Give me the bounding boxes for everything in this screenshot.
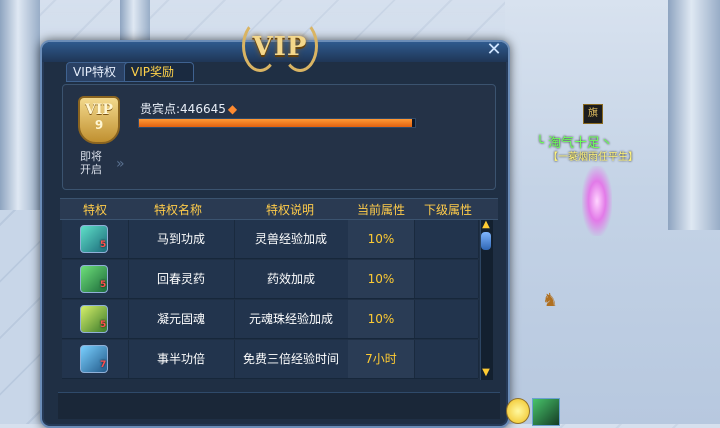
privilege-description: 免费三倍经验时间 — [234, 340, 349, 378]
character-title: 【一蓑烟雨任平生】 — [548, 152, 638, 163]
vip-level-badge: VIP 9 — [78, 96, 120, 144]
current-attribute: 10% — [348, 260, 415, 298]
header-privilege: 特权 — [82, 203, 107, 217]
privilege-name: 马到功成 — [128, 220, 235, 258]
current-attribute: 7小时 — [348, 340, 415, 378]
pet-figure[interactable]: ♞ — [542, 290, 562, 312]
table-row[interactable]: 5 凝元固魂 元魂珠经验加成 10% — [62, 300, 479, 339]
points-label: 贵宾点: — [140, 102, 181, 116]
scroll-down-icon[interactable]: ▼ — [480, 368, 492, 378]
header-current: 当前属性 — [356, 203, 405, 217]
header-desc: 特权说明 — [265, 203, 314, 217]
privilege-description: 药效加成 — [234, 260, 349, 298]
scroll-thumb[interactable] — [481, 232, 491, 250]
next-attribute — [414, 300, 479, 338]
next-attribute — [414, 260, 479, 298]
privilege-name: 凝元固魂 — [128, 300, 235, 338]
tab-vip-reward[interactable]: VIP奖励 — [124, 62, 194, 82]
vip-crest-label: VIP — [252, 32, 308, 62]
privilege-description: 灵兽经验加成 — [234, 220, 349, 258]
stone-pillar — [668, 0, 720, 230]
current-attribute: 10% — [348, 300, 415, 338]
player-character[interactable] — [582, 166, 612, 236]
header-next: 下级属性 — [423, 203, 472, 217]
vip-progress-bar — [138, 118, 416, 128]
privilege-icon-cell: 5 — [62, 260, 129, 298]
privilege-table-header: 特权 特权名称 特权说明 当前属性 下级属性 — [60, 198, 498, 220]
vip-crest: VIP — [230, 8, 330, 72]
stone-pillar — [0, 0, 40, 210]
scroll-up-icon[interactable]: ▲ — [480, 220, 492, 230]
privilege-name: 事半功倍 — [128, 340, 235, 378]
privilege-description: 元魂珠经验加成 — [234, 300, 349, 338]
lightbulb-icon[interactable] — [506, 398, 530, 424]
gem-icon: ◆ — [227, 102, 238, 116]
close-icon[interactable]: ✕ — [484, 40, 504, 60]
privilege-name: 回春灵药 — [128, 260, 235, 298]
vip-progress-fill — [139, 119, 413, 127]
skill-level-badge: 5 — [100, 240, 107, 250]
header-name: 特权名称 — [153, 203, 202, 217]
current-attribute: 10% — [348, 220, 415, 258]
privilege-icon-cell: 5 — [62, 300, 129, 338]
chevron-right-icon: » — [116, 156, 125, 172]
skill-level-badge: 5 — [100, 280, 107, 290]
coming-soon-label: 即将开启 — [80, 150, 102, 176]
privilege-icon-cell: 7 — [62, 340, 129, 378]
privilege-icon-cell: 5 — [62, 220, 129, 258]
table-row[interactable]: 7 事半功倍 免费三倍经验时间 7小时 — [62, 340, 479, 379]
vip-points: 贵宾点:446645 ◆ — [140, 100, 237, 117]
guild-flag-icon: 旗 — [583, 104, 603, 124]
window-footer — [58, 392, 500, 419]
skill-level-badge: 5 — [100, 320, 107, 330]
next-attribute — [414, 340, 479, 378]
table-row[interactable]: 5 马到功成 灵兽经验加成 10% — [62, 220, 479, 259]
table-row[interactable]: 5 回春灵药 药效加成 10% — [62, 260, 479, 299]
vip-level-number: 9 — [94, 118, 104, 132]
points-value: 446645 — [180, 102, 226, 116]
vip-badge-label: VIP — [85, 102, 113, 118]
skill-level-badge: 7 — [100, 360, 107, 370]
next-attribute — [414, 220, 479, 258]
next-level-preview: 即将开启 » — [66, 146, 486, 184]
skill-shortcut-icon[interactable] — [532, 398, 560, 426]
